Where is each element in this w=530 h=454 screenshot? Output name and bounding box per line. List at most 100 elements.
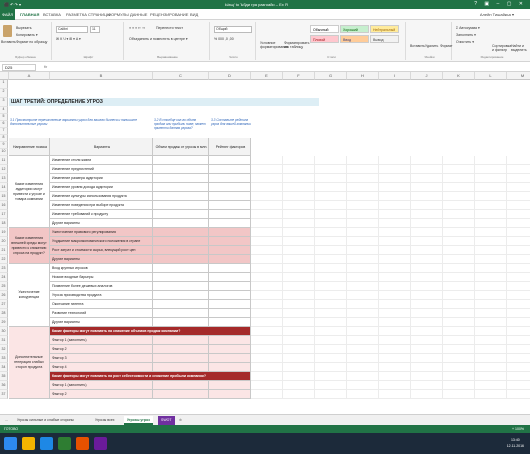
- empty-cell[interactable]: [347, 210, 379, 219]
- empty-cell[interactable]: [443, 264, 475, 273]
- row-header[interactable]: 29: [0, 318, 8, 327]
- empty-cell[interactable]: [251, 363, 283, 372]
- empty-cell[interactable]: [411, 165, 443, 174]
- empty-cell[interactable]: [507, 327, 530, 336]
- empty-cell[interactable]: [251, 354, 283, 363]
- app2-icon[interactable]: [94, 437, 107, 450]
- row-header[interactable]: 11: [0, 156, 8, 165]
- empty-cell[interactable]: [507, 336, 530, 345]
- empty-cell[interactable]: [251, 381, 283, 390]
- row-header[interactable]: 31: [0, 336, 8, 345]
- empty-cell[interactable]: [315, 246, 347, 255]
- empty-cell[interactable]: [443, 291, 475, 300]
- row-header[interactable]: 1: [0, 80, 8, 89]
- empty-cell[interactable]: [315, 309, 347, 318]
- instruction-note-3[interactable]: 3.3 Составьте рейтинг угроз для вашей ко…: [211, 118, 251, 126]
- input-cell[interactable]: [209, 183, 251, 192]
- variant-cell[interactable]: Фактор 1 (заполнить): [50, 336, 153, 345]
- empty-cell[interactable]: [283, 192, 315, 201]
- empty-cell[interactable]: [283, 300, 315, 309]
- empty-cell[interactable]: [347, 381, 379, 390]
- empty-cell[interactable]: [507, 372, 530, 381]
- empty-cell[interactable]: [475, 300, 507, 309]
- paste-button[interactable]: Вставить: [1, 40, 16, 44]
- column-header[interactable]: D: [209, 72, 251, 80]
- empty-cell[interactable]: [283, 264, 315, 273]
- empty-cell[interactable]: [507, 192, 530, 201]
- tab-file[interactable]: ФАЙЛ: [0, 9, 15, 20]
- empty-cell[interactable]: [379, 300, 411, 309]
- sheet-tab-swot[interactable]: SWOT: [158, 416, 175, 425]
- empty-cell[interactable]: [347, 165, 379, 174]
- variant-cell[interactable]: Другие варианты: [50, 219, 153, 228]
- empty-cell[interactable]: [347, 282, 379, 291]
- input-cell[interactable]: [153, 390, 209, 399]
- empty-cell[interactable]: [315, 237, 347, 246]
- empty-cell[interactable]: [411, 327, 443, 336]
- empty-cell[interactable]: [379, 291, 411, 300]
- empty-cell[interactable]: [347, 219, 379, 228]
- empty-cell[interactable]: [283, 165, 315, 174]
- row-header[interactable]: 6: [0, 121, 8, 128]
- input-cell[interactable]: [209, 291, 251, 300]
- empty-cell[interactable]: [507, 381, 530, 390]
- row-header[interactable]: 14: [0, 183, 8, 192]
- empty-cell[interactable]: [347, 237, 379, 246]
- empty-cell[interactable]: [507, 156, 530, 165]
- empty-cell[interactable]: [411, 237, 443, 246]
- variant-cell[interactable]: Фактор 1 (заполнить): [50, 381, 153, 390]
- empty-cell[interactable]: [475, 354, 507, 363]
- empty-cell[interactable]: [411, 282, 443, 291]
- empty-cell[interactable]: [251, 219, 283, 228]
- empty-cell[interactable]: [411, 201, 443, 210]
- row-header[interactable]: 33: [0, 354, 8, 363]
- wrap-text-button[interactable]: Перенести текст: [156, 26, 183, 30]
- format-cells-button[interactable]: Формат: [440, 44, 452, 48]
- input-cell[interactable]: [209, 156, 251, 165]
- empty-cell[interactable]: [411, 228, 443, 237]
- empty-cell[interactable]: [379, 372, 411, 381]
- empty-cell[interactable]: [379, 192, 411, 201]
- empty-cell[interactable]: [251, 174, 283, 183]
- empty-cell[interactable]: [475, 390, 507, 399]
- empty-cell[interactable]: [347, 300, 379, 309]
- empty-cell[interactable]: [443, 228, 475, 237]
- empty-cell[interactable]: [315, 300, 347, 309]
- empty-cell[interactable]: [315, 201, 347, 210]
- empty-cell[interactable]: [283, 237, 315, 246]
- empty-cell[interactable]: [347, 273, 379, 282]
- empty-cell[interactable]: [443, 219, 475, 228]
- empty-cell[interactable]: [251, 165, 283, 174]
- empty-cell[interactable]: [475, 372, 507, 381]
- input-cell[interactable]: [153, 219, 209, 228]
- input-cell[interactable]: [209, 228, 251, 237]
- empty-cell[interactable]: [379, 201, 411, 210]
- empty-cell[interactable]: [507, 183, 530, 192]
- column-header[interactable]: C: [153, 72, 209, 80]
- empty-cell[interactable]: [475, 237, 507, 246]
- empty-cell[interactable]: [315, 174, 347, 183]
- variant-cell[interactable]: Фактор 3: [50, 354, 153, 363]
- empty-cell[interactable]: [347, 291, 379, 300]
- empty-cell[interactable]: [411, 345, 443, 354]
- empty-cell[interactable]: [475, 210, 507, 219]
- variant-cell[interactable]: Ухудшение макроэкономического положения …: [50, 237, 153, 246]
- empty-cell[interactable]: [379, 246, 411, 255]
- tab-home[interactable]: ГЛАВНАЯ: [20, 12, 39, 17]
- row-header[interactable]: 36: [0, 381, 8, 390]
- input-cell[interactable]: [153, 264, 209, 273]
- empty-cell[interactable]: [475, 309, 507, 318]
- input-cell[interactable]: [209, 210, 251, 219]
- merge-center-button[interactable]: Объединить и поместить в центре ▾: [129, 37, 188, 41]
- empty-cell[interactable]: [507, 273, 530, 282]
- empty-cell[interactable]: [315, 381, 347, 390]
- input-cell[interactable]: [209, 336, 251, 345]
- empty-cell[interactable]: [443, 318, 475, 327]
- empty-cell[interactable]: [347, 264, 379, 273]
- header-direction[interactable]: Направление поиска: [9, 138, 50, 156]
- empty-cell[interactable]: [251, 336, 283, 345]
- tab-formulas[interactable]: ФОРМУЛЫ: [108, 12, 129, 17]
- column-header[interactable]: [0, 72, 9, 80]
- sort-filter-button[interactable]: Сортировка и фильтр: [492, 44, 511, 52]
- empty-cell[interactable]: [251, 273, 283, 282]
